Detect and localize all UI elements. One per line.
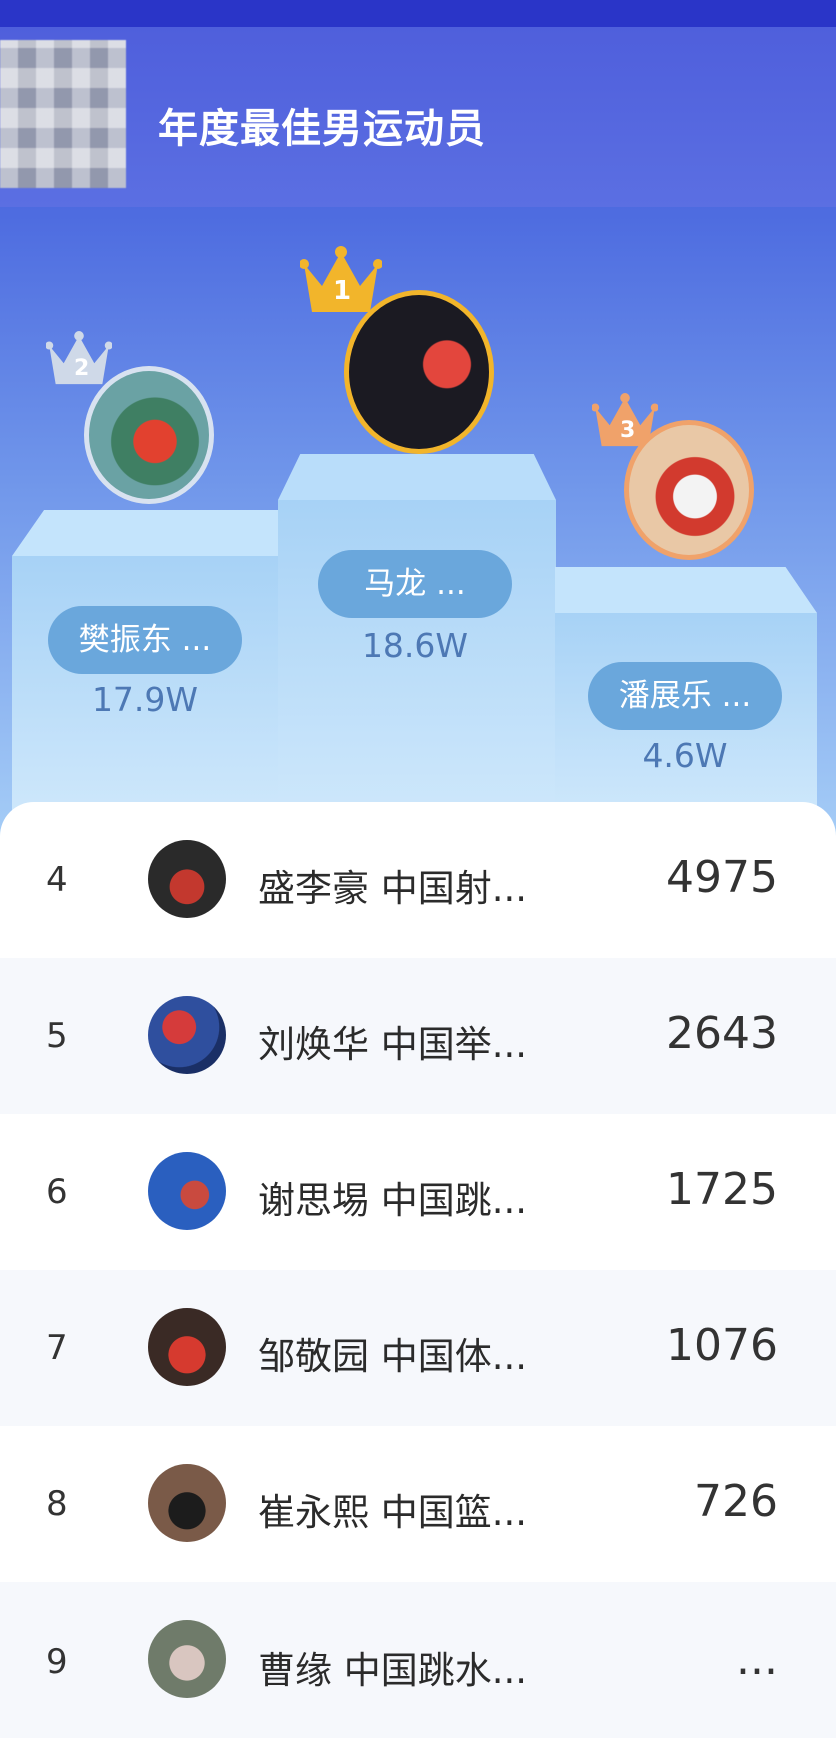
crown-rank: 1 [333, 276, 352, 306]
blurred-avatar [0, 40, 126, 188]
crown-rank: 2 [74, 356, 90, 381]
score-second: 17.9W [91, 680, 199, 719]
silver-crown-icon: 2 [46, 330, 112, 390]
avatar[interactable] [148, 1308, 226, 1386]
avatar-second[interactable] [84, 366, 214, 504]
list-item[interactable]: 8 崔永熙 中国篮... 726 [0, 1426, 836, 1582]
avatar[interactable] [148, 840, 226, 918]
list-item[interactable]: 9 曹缘 中国跳水... ... [0, 1582, 836, 1738]
rank-number: 8 [46, 1484, 68, 1524]
avatar-first[interactable] [344, 290, 494, 454]
athlete-name: 谢思埸 中国跳... [258, 1179, 528, 1222]
podium-top [278, 454, 556, 500]
vote-count: 2643 [666, 1008, 778, 1059]
rank-number: 6 [46, 1172, 68, 1212]
vote-count: 726 [694, 1476, 778, 1527]
rank-number: 4 [46, 860, 68, 900]
avatar-third[interactable] [624, 420, 754, 560]
vote-count: 1076 [666, 1320, 778, 1371]
list-item[interactable]: 6 谢思埸 中国跳... 1725 [0, 1114, 836, 1270]
athlete-name: 刘焕华 中国举... [258, 1023, 528, 1066]
score-third: 4.6W [642, 736, 728, 775]
podium-top [12, 510, 279, 556]
page-title: 年度最佳男运动员 [158, 106, 486, 152]
score-first: 18.6W [361, 626, 469, 665]
avatar[interactable] [148, 1620, 226, 1698]
podium-top [555, 567, 817, 613]
crown-rank: 3 [620, 418, 636, 443]
name-pill-first[interactable]: 马龙 ... [318, 550, 512, 618]
list-item[interactable]: 5 刘焕华 中国举... 2643 [0, 958, 836, 1114]
ranking-list: 4 盛李豪 中国射... 4975 5 刘焕华 中国举... 2643 6 谢思… [0, 802, 836, 1738]
ranking-header-area: 年度最佳男运动员 1 2 3 樊振东 ... 17.9W 马龙 ... 18.6… [0, 0, 836, 860]
vote-count: ... [736, 1634, 778, 1685]
athlete-name: 崔永熙 中国篮... [258, 1491, 528, 1534]
avatar[interactable] [148, 1152, 226, 1230]
athlete-name: 盛李豪 中国射... [258, 867, 528, 910]
rank-number: 5 [46, 1016, 68, 1056]
avatar[interactable] [148, 1464, 226, 1542]
name-pill-third[interactable]: 潘展乐 ... [588, 662, 782, 730]
name-pill-second[interactable]: 樊振东 ... [48, 606, 242, 674]
athlete-name: 邹敬园 中国体... [258, 1335, 528, 1378]
list-item[interactable]: 4 盛李豪 中国射... 4975 [0, 802, 836, 958]
avatar[interactable] [148, 996, 226, 1074]
athlete-name: 曹缘 中国跳水... [258, 1649, 528, 1692]
list-item[interactable]: 7 邹敬园 中国体... 1076 [0, 1270, 836, 1426]
rank-number: 9 [46, 1642, 68, 1682]
status-bar [0, 0, 836, 27]
gold-crown-icon: 1 [300, 246, 382, 318]
rank-number: 7 [46, 1328, 68, 1368]
vote-count: 4975 [666, 852, 778, 903]
vote-count: 1725 [666, 1164, 778, 1215]
